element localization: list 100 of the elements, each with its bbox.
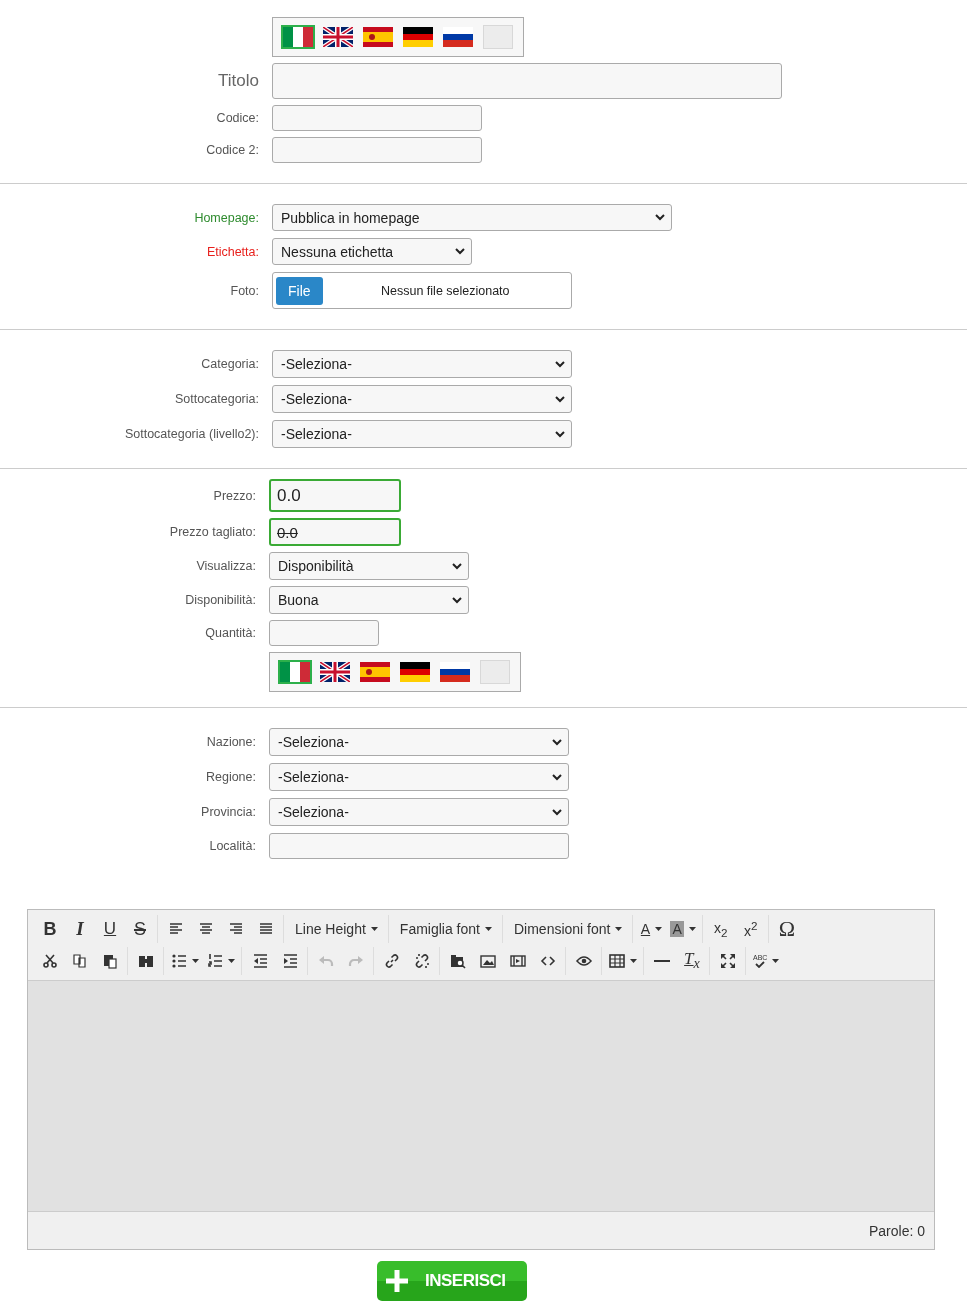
chevron-down-icon — [552, 808, 562, 816]
field-label: Visualizza: — [195, 559, 256, 573]
chevron-down-icon — [555, 430, 565, 438]
bold-button[interactable]: B — [35, 915, 65, 943]
folder-search-icon — [450, 953, 466, 969]
underline-button[interactable]: U — [95, 915, 125, 943]
outdent-icon — [252, 953, 268, 969]
binoculars-icon — [138, 953, 154, 969]
flag-icon[interactable] — [361, 25, 395, 49]
select-field[interactable]: Buona — [269, 586, 469, 614]
plus-icon — [385, 1269, 409, 1293]
select-field[interactable]: Disponibilità — [269, 552, 469, 580]
toolbar-dropdown[interactable]: Dimensioni font — [506, 915, 631, 943]
select-field[interactable]: Nessuna etichetta — [272, 238, 472, 265]
word-count: Parole: 0 — [868, 1222, 925, 1239]
caret-icon — [370, 927, 378, 931]
field-label: Nazione: — [205, 735, 256, 749]
horizontal-line-icon — [654, 960, 670, 962]
input-field[interactable]: 0.0 — [269, 518, 401, 546]
field-label: Categoria: — [200, 357, 259, 371]
field-label: Titolo — [217, 71, 259, 91]
input-field[interactable] — [269, 833, 569, 859]
table-icon — [609, 953, 625, 969]
field-label: Codice 2: — [205, 143, 259, 157]
chevron-down-icon — [555, 395, 565, 403]
bullet-list-icon — [171, 953, 187, 969]
file-status: Nessun file selezionato — [380, 283, 511, 298]
field-label: Località: — [208, 839, 256, 853]
clear-format-button[interactable]: T$_{x}$ — [677, 947, 707, 975]
field-label: Quantità: — [204, 626, 256, 640]
unlink-icon — [414, 953, 430, 969]
strikethrough-button[interactable]: S — [125, 915, 155, 943]
chevron-down-icon — [655, 214, 665, 221]
field-label: Disponibilità: — [184, 593, 256, 607]
subscript-button[interactable]: x$_{2}$ — [705, 915, 736, 943]
chevron-down-icon — [455, 248, 465, 255]
field-label: Provincia: — [200, 805, 256, 819]
input-field[interactable] — [272, 137, 482, 163]
file-button[interactable]: File — [276, 276, 323, 305]
flag-icon[interactable] — [321, 25, 355, 49]
select-field[interactable]: -Seleziona- — [269, 798, 569, 826]
field-label: Prezzo tagliato: — [168, 525, 256, 539]
chevron-down-icon — [552, 773, 562, 781]
special-character-button[interactable]: Ω — [771, 915, 802, 943]
field-label: Etichetta: — [205, 244, 259, 259]
align-center-icon — [198, 921, 214, 937]
maximize-icon — [720, 953, 736, 969]
input-field[interactable]: 0.0 — [269, 479, 401, 512]
field-label: Codice: — [215, 111, 259, 125]
image-icon — [480, 953, 496, 969]
align-right-icon — [228, 921, 244, 937]
text-color-button[interactable]: A — [636, 915, 667, 943]
select-field[interactable]: -Seleziona- — [269, 763, 569, 791]
select-field[interactable]: -Seleziona- — [272, 385, 572, 413]
field-label: Sottocategoria (livello2): — [123, 427, 259, 441]
select-field[interactable]: -Seleziona- — [269, 728, 569, 756]
caret-icon — [192, 959, 199, 963]
select-field[interactable]: Pubblica in homepage — [272, 204, 672, 231]
chevron-down-icon — [552, 738, 562, 746]
align-left-icon — [168, 921, 184, 937]
undo-icon — [318, 953, 334, 969]
superscript-button[interactable]: x$^{2}$ — [735, 915, 766, 943]
caret-icon — [615, 927, 623, 931]
field-label: Prezzo: — [212, 488, 256, 503]
chevron-down-icon — [452, 562, 462, 570]
background-color-button[interactable]: A — [666, 915, 700, 943]
paste-icon — [102, 953, 118, 969]
input-field[interactable] — [272, 63, 782, 99]
flag-icon[interactable] — [398, 660, 432, 684]
caret-icon — [485, 927, 492, 931]
eye-icon — [576, 953, 592, 969]
italic-button[interactable]: I — [65, 915, 95, 943]
input-field[interactable] — [272, 105, 482, 131]
flag-icon[interactable] — [401, 25, 435, 49]
file-field[interactable]: File Nessun file selezionato — [272, 272, 572, 309]
caret-icon — [630, 959, 637, 963]
checkmark-icon — [755, 961, 766, 968]
chevron-down-icon — [452, 596, 462, 604]
flag-icon[interactable] — [358, 660, 392, 684]
select-field[interactable]: -Seleziona- — [272, 420, 572, 448]
caret-icon — [655, 927, 663, 931]
caret-icon — [772, 959, 780, 963]
caret-icon — [228, 959, 235, 963]
toolbar-dropdown[interactable]: Famiglia font — [391, 915, 500, 943]
film-icon — [510, 953, 526, 969]
chevron-down-icon — [555, 360, 565, 368]
scissors-icon — [42, 953, 58, 969]
toolbar-dropdown[interactable]: Line Height — [287, 915, 386, 943]
flag-icon[interactable] — [318, 660, 352, 684]
field-label: Foto: — [229, 283, 259, 298]
caret-icon — [688, 927, 696, 931]
field-label: Sottocategoria: — [173, 392, 259, 406]
select-field[interactable]: -Seleziona- — [272, 350, 572, 378]
link-icon — [384, 953, 400, 969]
justify-icon — [258, 921, 274, 937]
field-label: Regione: — [204, 770, 256, 784]
input-field[interactable] — [269, 620, 379, 646]
flag-icon[interactable] — [441, 25, 475, 49]
redo-icon — [348, 953, 364, 969]
flag-icon[interactable] — [438, 660, 472, 684]
